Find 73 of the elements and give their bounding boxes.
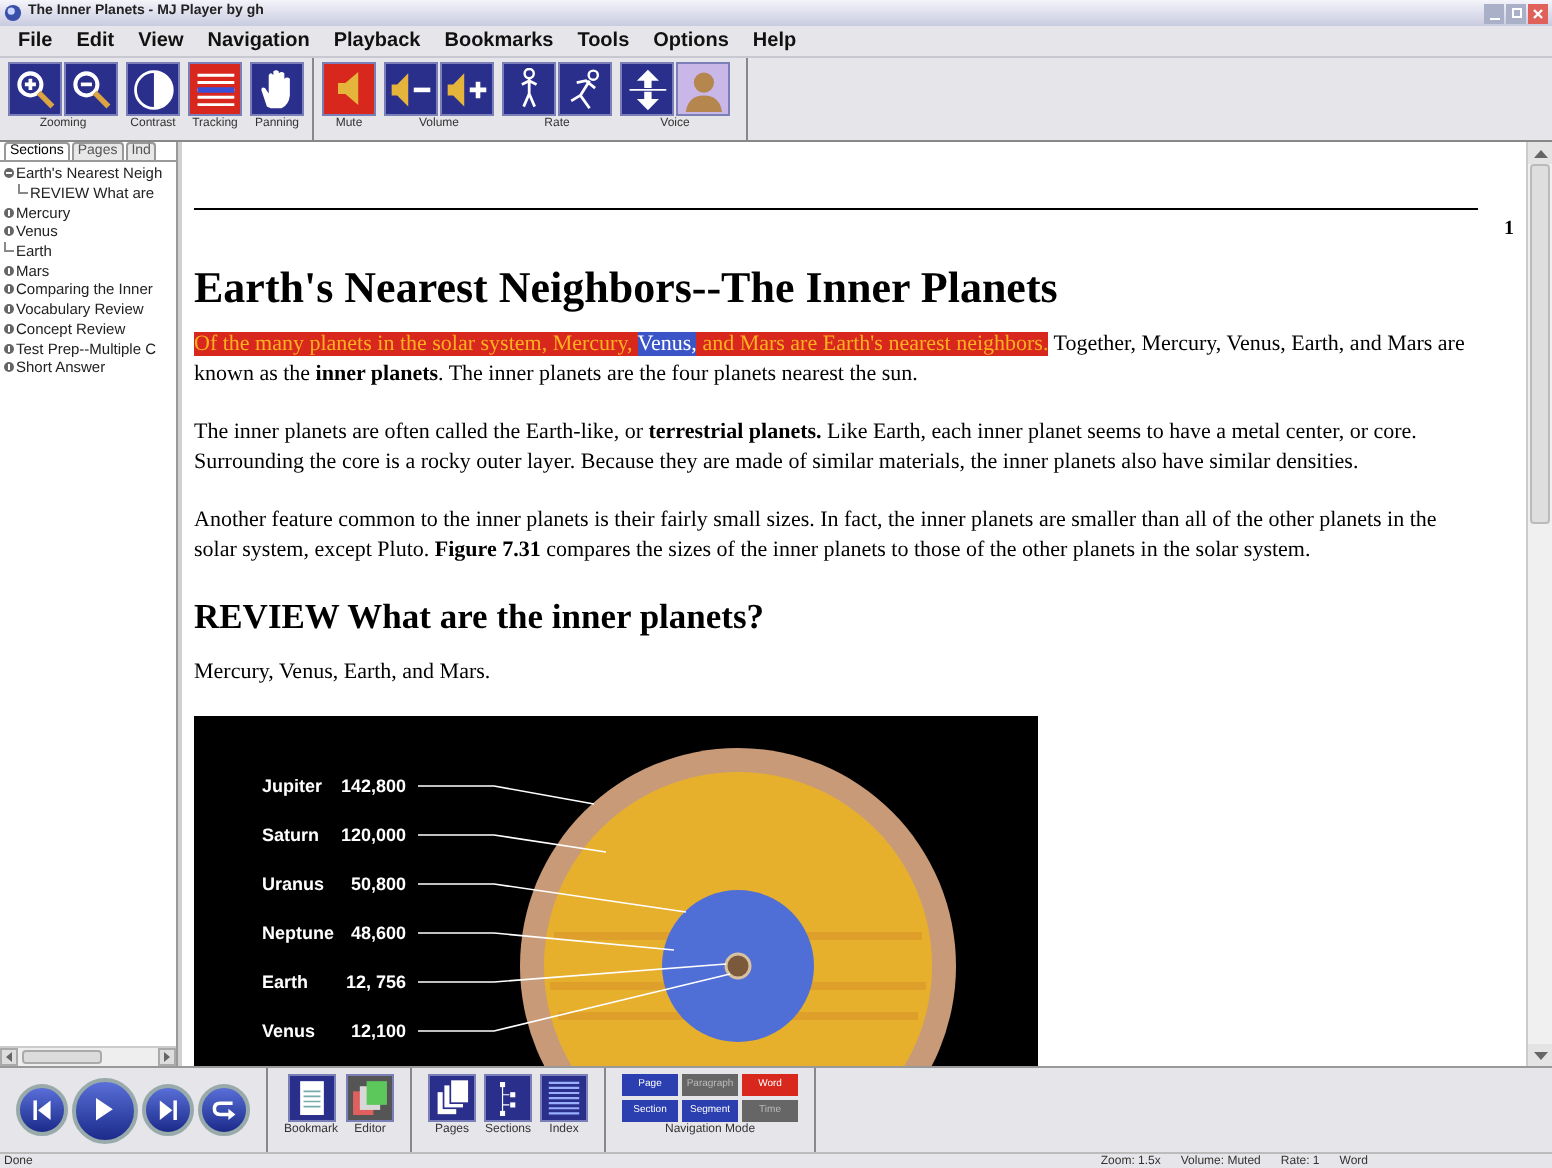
volume-up-button[interactable] — [440, 62, 494, 116]
rate-slow-button[interactable] — [502, 62, 556, 116]
planet-value: 12, 756 — [345, 972, 406, 992]
contrast-button[interactable] — [126, 62, 180, 116]
planet-value: 142,800 — [340, 776, 406, 796]
menu-item[interactable]: Tools — [577, 26, 630, 56]
expand-icon[interactable] — [4, 323, 14, 334]
play-icon — [96, 1098, 114, 1122]
close-button[interactable] — [1528, 3, 1548, 23]
menu-item[interactable]: Playback — [333, 26, 421, 56]
planet-name: Earth — [262, 972, 309, 992]
paragraph: Another feature common to the inner planets is their fairly small sizes. In fact, the inner planets are smaller than all of the other planets in the solar system, except Pluto. Figure 7.31 compares the sizes of the inner planets to those of the other planets in the solar system. — [194, 506, 1439, 566]
tree-dots-icon — [500, 1081, 516, 1115]
return-button[interactable] — [198, 1084, 250, 1136]
planet-name: Saturn — [262, 825, 320, 845]
planet-name: Venus — [262, 1021, 316, 1041]
menu-item[interactable]: File — [18, 26, 53, 56]
menu-item[interactable]: Bookmarks — [444, 26, 554, 56]
expand-icon[interactable] — [4, 207, 14, 218]
volume-down-button[interactable] — [384, 62, 438, 116]
menu-item[interactable]: Edit — [76, 26, 115, 56]
index-button[interactable] — [540, 1074, 589, 1122]
close-icon — [1532, 7, 1544, 19]
planet-name: Neptune — [262, 923, 334, 943]
zoom-in-button[interactable] — [8, 62, 62, 116]
expand-icon[interactable] — [4, 362, 14, 373]
tracking-button[interactable] — [188, 62, 242, 116]
zoom-out-button[interactable] — [64, 62, 118, 116]
page-number: 1 — [1502, 218, 1514, 242]
horizontal-scrollbar[interactable] — [0, 1046, 176, 1066]
stacked-pages-icon — [348, 1075, 393, 1121]
planet-name: Jupiter — [262, 776, 323, 796]
rate-fast-button[interactable] — [558, 62, 612, 116]
zoom-out-icon — [67, 65, 115, 113]
editor-button[interactable] — [346, 1074, 395, 1122]
expand-icon[interactable] — [4, 226, 14, 237]
page-heading: Earth's Nearest Neighbors--The Inner Planets — [194, 262, 1060, 314]
expand-icon[interactable] — [4, 343, 14, 354]
speaker-icon — [338, 72, 360, 106]
sections-button[interactable] — [484, 1074, 533, 1122]
planet-value: 12,100 — [350, 1021, 406, 1041]
contrast-icon — [129, 65, 177, 113]
previous-button[interactable] — [16, 1084, 68, 1136]
planet-name: Uranus — [262, 874, 325, 894]
menu-item[interactable]: View — [138, 26, 184, 56]
expand-icon[interactable] — [4, 284, 14, 295]
right-arrow-icon[interactable] — [164, 1052, 170, 1062]
walking-figure-icon — [519, 68, 539, 110]
play-button[interactable] — [72, 1077, 138, 1143]
zoom-in-icon — [11, 65, 59, 113]
vertical-scrollbar[interactable] — [1526, 142, 1552, 1066]
bookmark-button[interactable] — [287, 1074, 335, 1122]
expand-icon[interactable] — [4, 265, 14, 276]
up-arrow-icon[interactable] — [1533, 149, 1547, 157]
voice-select-button[interactable] — [620, 62, 674, 116]
section-heading: REVIEW What are the inner planets? — [194, 594, 767, 638]
down-arrow-icon[interactable] — [1533, 1051, 1547, 1059]
menu-item[interactable]: Help — [752, 26, 797, 56]
menu-item[interactable]: Navigation — [207, 26, 310, 56]
next-button[interactable] — [142, 1084, 194, 1136]
app-icon — [4, 4, 22, 22]
expand-icon[interactable] — [4, 304, 14, 315]
planet-value: 120,000 — [340, 825, 406, 845]
pages-button[interactable] — [428, 1074, 477, 1122]
menu-item[interactable]: Options — [653, 26, 729, 56]
planet-value: 48,600 — [350, 923, 406, 943]
planet-value: 50,800 — [350, 874, 406, 894]
paragraph: Mercury, Venus, Earth, and Mars. — [194, 658, 493, 688]
paragraph: Of the many planets in the solar system, Mercury, Venus, and Mars are Earth's nearest neighbors. Together, Mercury, Venus, Earth, and Mars are known as the inner planets. The inner planets are the four planets nearest the sun. — [194, 330, 1467, 390]
paragraph: The inner planets are often called the Earth-like, or terrestrial planets. Like Earth, each inner planet seems to have a metal center, or core. Surrounding the core is a rocky outer layer. Because they are made of similar materials, the inner planets also have similar densities. — [194, 418, 1419, 478]
left-arrow-icon[interactable] — [6, 1052, 12, 1062]
panning-button[interactable] — [250, 62, 304, 116]
collapse-icon[interactable] — [4, 168, 14, 179]
